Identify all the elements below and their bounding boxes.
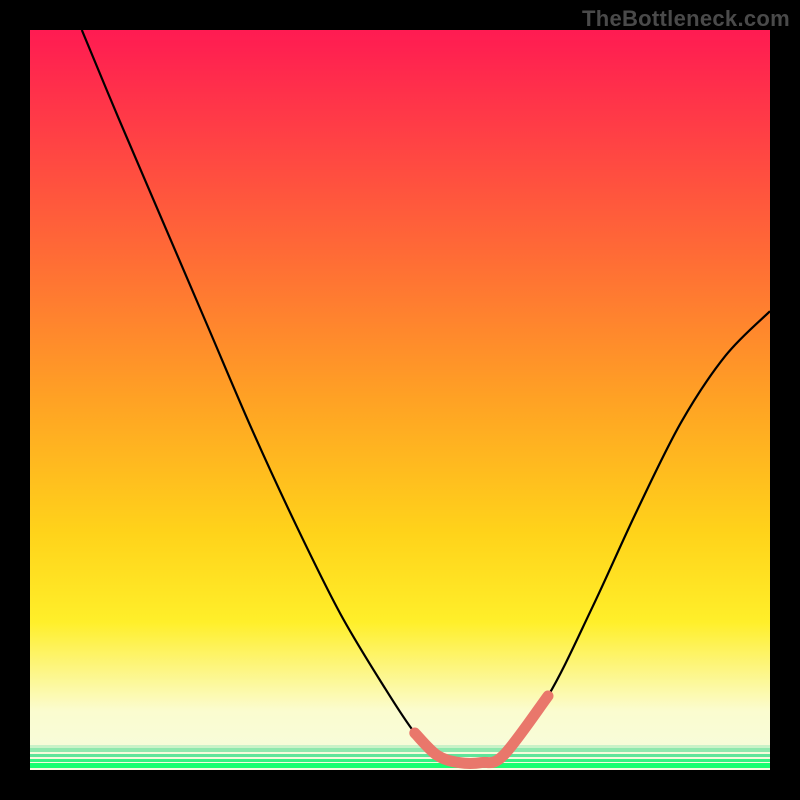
- curve-layer: [30, 30, 770, 770]
- curve-right: [504, 311, 770, 755]
- watermark-text: TheBottleneck.com: [582, 6, 790, 32]
- bottleneck-curve: [82, 30, 770, 764]
- plot-area: [30, 30, 770, 770]
- curve-left: [82, 30, 437, 755]
- chart-frame: TheBottleneck.com: [0, 0, 800, 800]
- min-marker: [415, 696, 548, 764]
